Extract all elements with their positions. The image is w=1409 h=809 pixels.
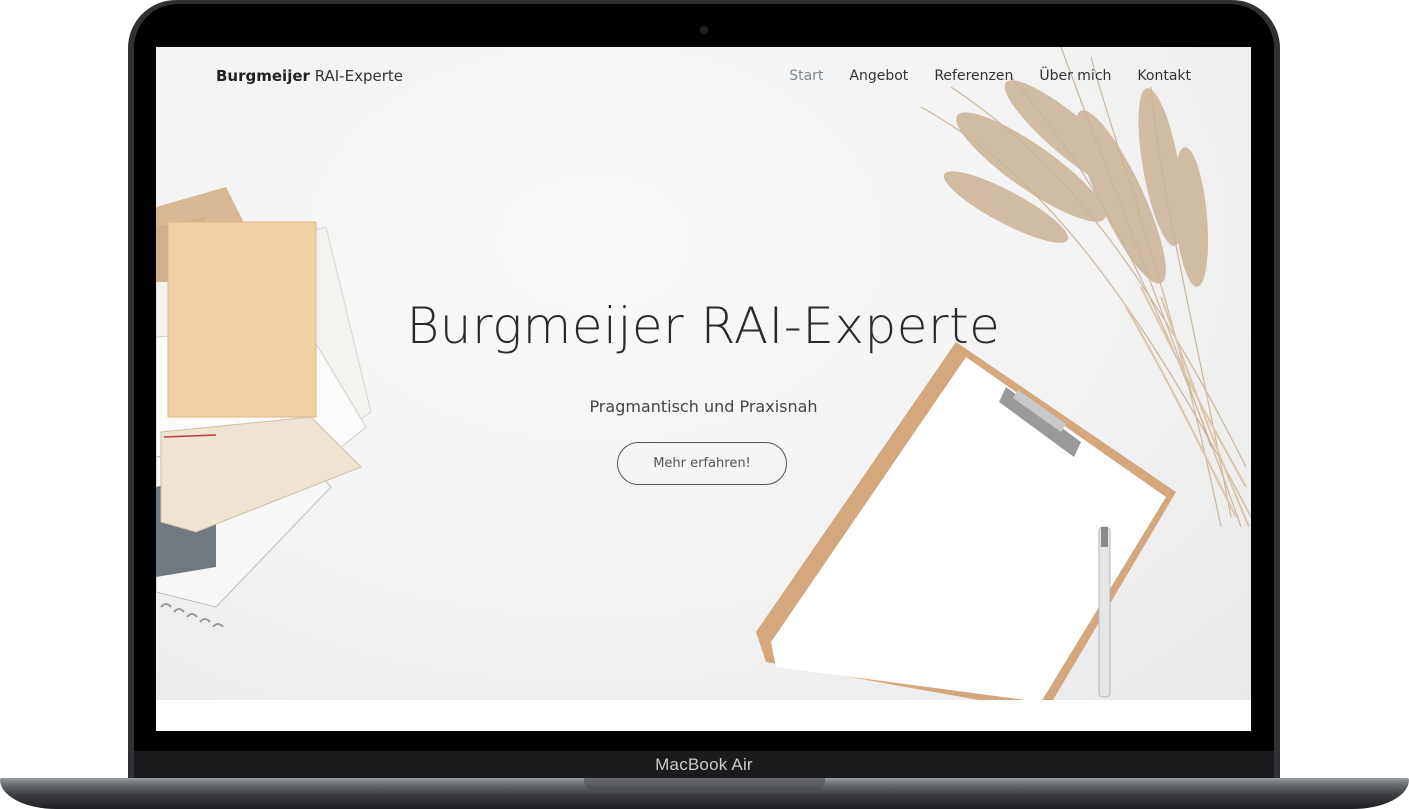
laptop-chin: MacBook Air	[134, 751, 1274, 778]
nav-link-angebot[interactable]: Angebot	[849, 68, 908, 84]
site-navbar: Burgmeijer RAI-Experte Start Angebot Ref…	[156, 47, 1251, 107]
laptop-screen: Burgmeijer RAI-Experte Start Angebot Ref…	[156, 47, 1251, 731]
clipboard-illustration	[756, 342, 1176, 700]
nav-link-referenzen[interactable]: Referenzen	[934, 68, 1013, 84]
hero-section: Burgmeijer RAI-Experte Start Angebot Ref…	[156, 47, 1251, 700]
brand-name: Burgmeijer	[216, 67, 310, 85]
nav-link-ueber-mich[interactable]: Über mich	[1039, 68, 1111, 84]
nav-menu: Start Angebot Referenzen Über mich Konta…	[789, 68, 1191, 84]
laptop-mockup: Burgmeijer RAI-Experte Start Angebot Ref…	[0, 0, 1409, 809]
hero-title: Burgmeijer RAI-Experte	[406, 297, 1001, 355]
webcam-icon	[700, 26, 708, 34]
below-hero-section	[156, 700, 1251, 731]
site-brand[interactable]: Burgmeijer RAI-Experte	[216, 67, 403, 85]
nav-link-kontakt[interactable]: Kontakt	[1137, 68, 1191, 84]
nav-link-start[interactable]: Start	[789, 68, 823, 84]
laptop-opening-notch	[584, 778, 825, 790]
hero-subtitle: Pragmantisch und Praxisnah	[589, 397, 818, 416]
brand-suffix: RAI-Experte	[314, 67, 403, 85]
device-model-label: MacBook Air	[655, 754, 753, 774]
mehr-erfahren-button[interactable]: Mehr erfahren!	[617, 442, 787, 485]
